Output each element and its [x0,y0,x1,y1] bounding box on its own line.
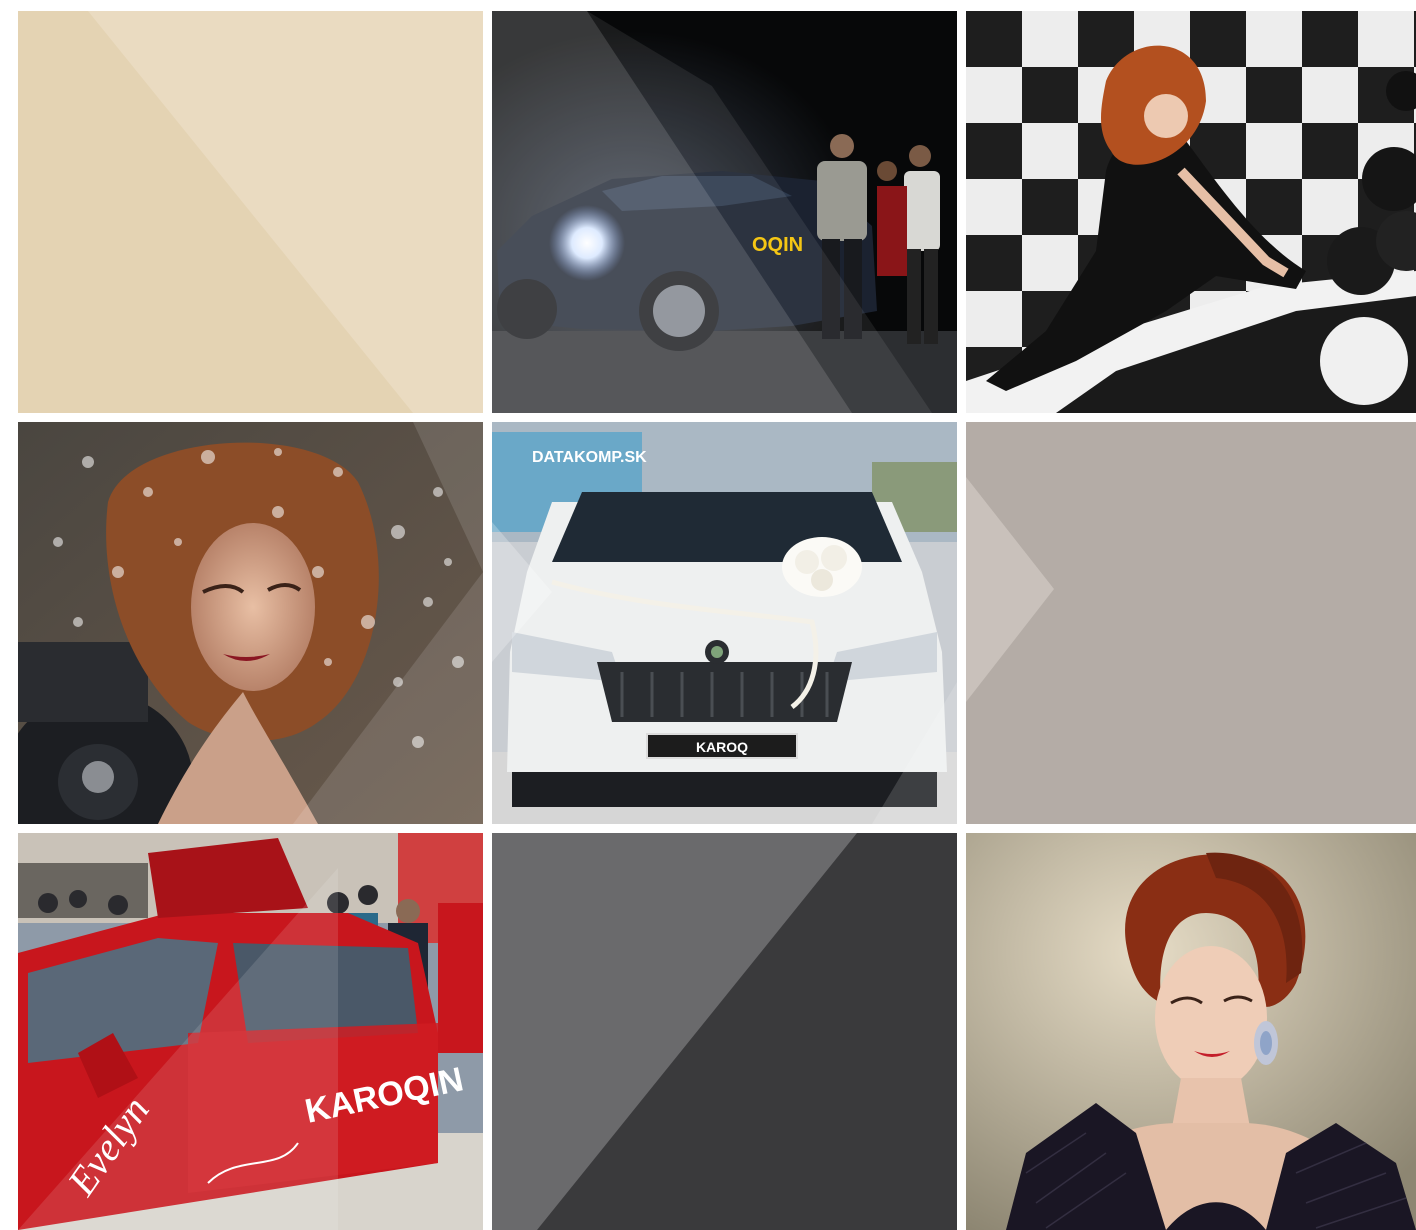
rainy-portrait-illustration [18,422,483,824]
night-suv-event-photo: OQIN [492,11,957,413]
dark-gray-diagonal-graphic [492,833,957,1230]
woman-on-car-checkered-photo [966,11,1416,413]
white-suv-bouquet-photo: DATAKOMP.SK KAROQ [492,422,957,824]
night-suv-illustration: OQIN [492,11,957,413]
red-suv-illustration: KAROQIN Evelyn [18,833,483,1230]
beige-color-tile [18,11,483,413]
dark-gray-color-tile [492,833,957,1230]
checkered-backdrop-illustration [966,11,1416,413]
datakomp-sign-text: DATAKOMP.SK [532,449,647,466]
rainy-window-portrait-photo [18,422,483,824]
red-suv-mall-event-photo: KAROQIN Evelyn [18,833,483,1230]
taupe-color-tile [966,422,1416,824]
glamour-portrait-illustration [966,833,1416,1230]
license-plate-text: KAROQ [696,739,748,755]
glamour-portrait-photo [966,833,1416,1230]
taupe-arrow-graphic [966,422,1416,824]
beige-diagonal-graphic [18,11,483,413]
white-suv-illustration: DATAKOMP.SK KAROQ [492,422,957,824]
